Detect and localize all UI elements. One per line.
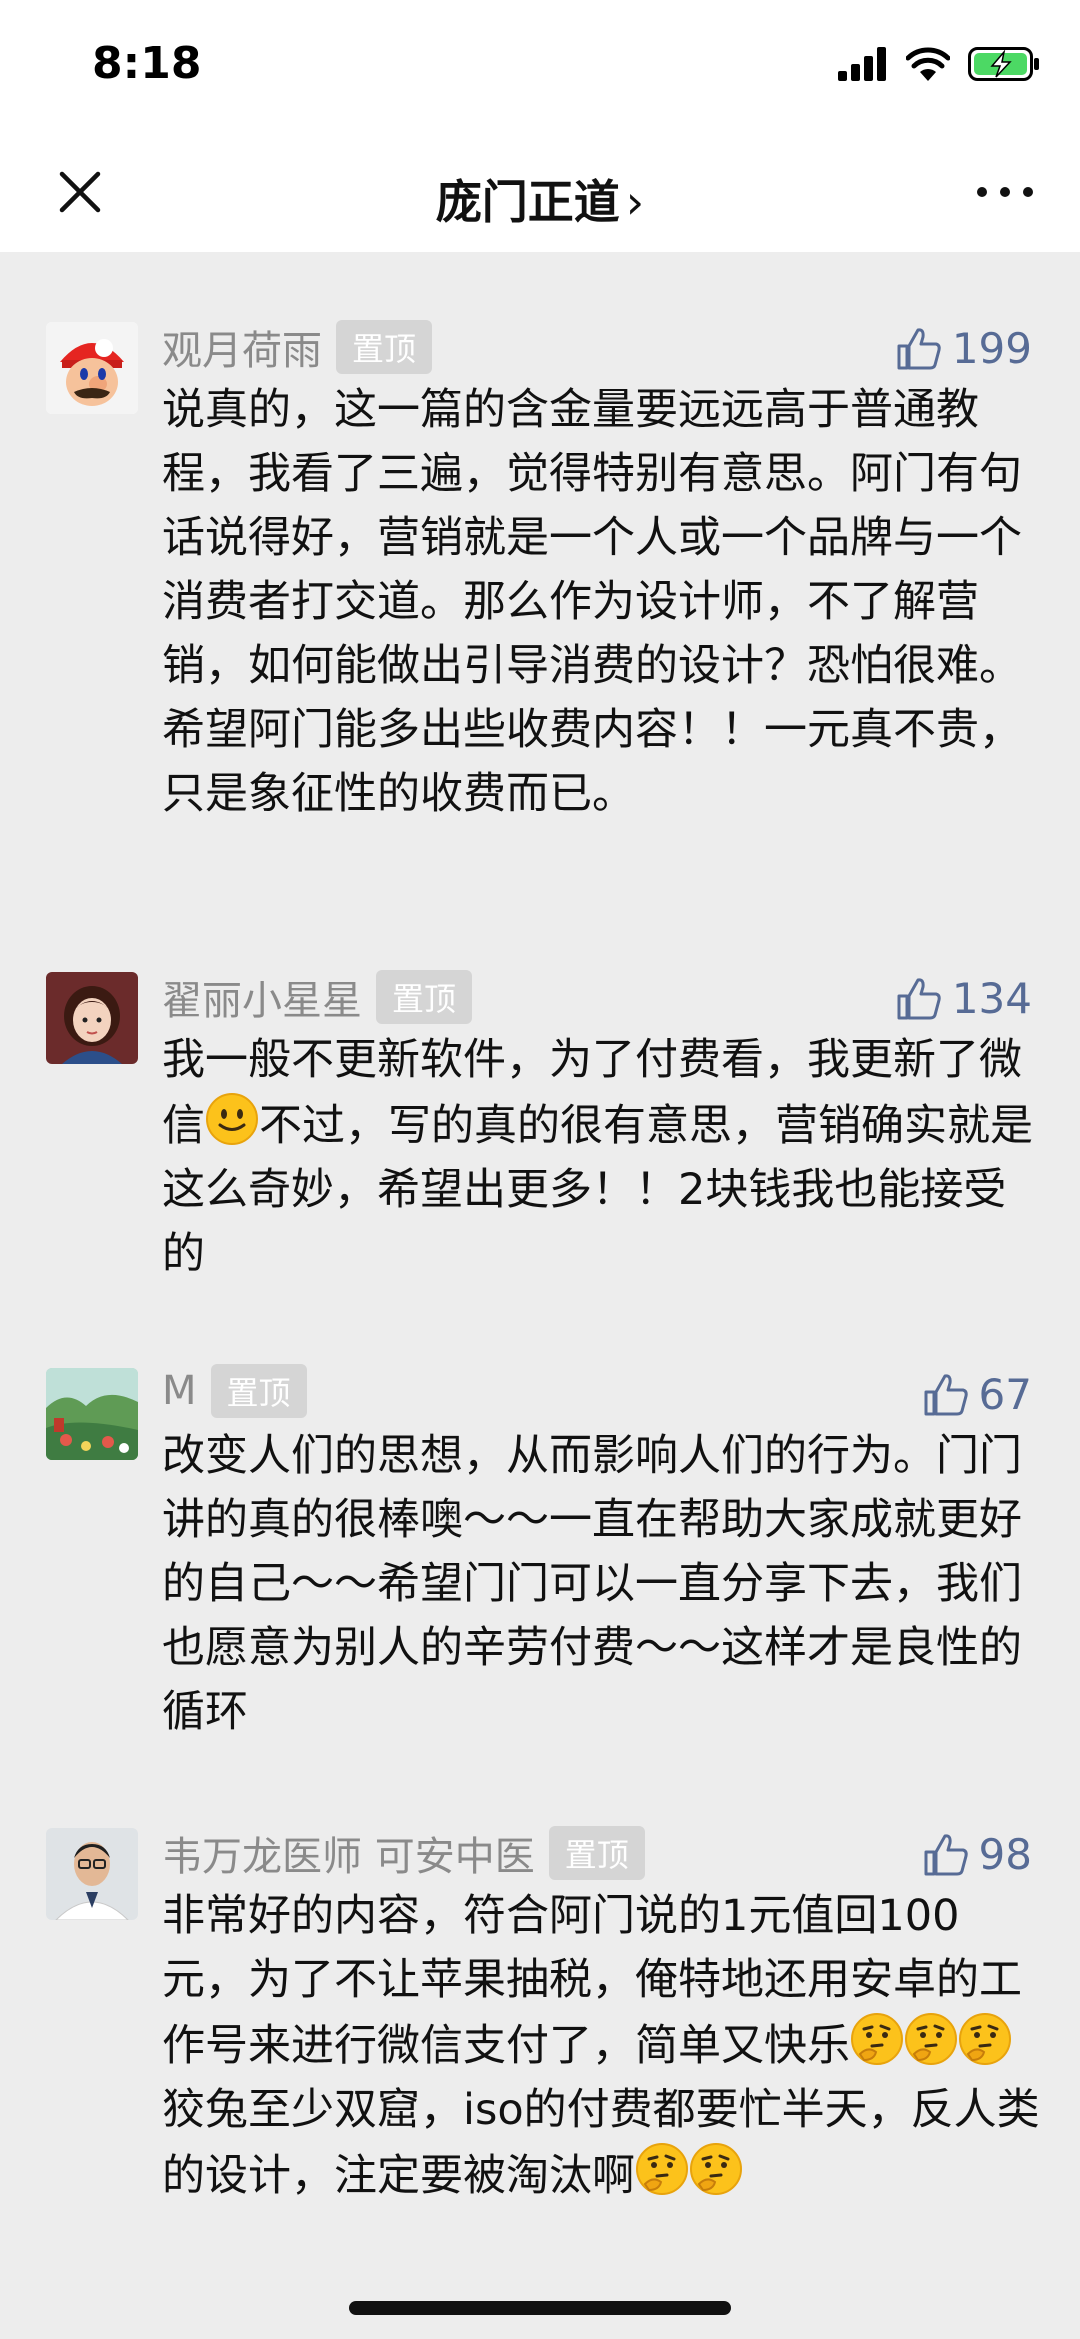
like-button[interactable]: 199 (896, 324, 1032, 373)
thinking-emoji-icon (636, 2143, 688, 2195)
more-icon[interactable] (970, 172, 1040, 212)
like-count: 98 (978, 1830, 1032, 1879)
pinned-badge: 置顶 (210, 1364, 307, 1418)
battery-charging-icon (968, 47, 1039, 81)
signal-icon (838, 47, 886, 81)
thinking-emoji-icon (851, 2013, 903, 2065)
account-title-link[interactable]: 庞门正道 › (0, 166, 1080, 232)
comment-text: 说真的，这一篇的含金量要远远高于普通教程，我看了三遍，觉得特别有意思。阿门有句话… (162, 385, 1022, 819)
like-count: 134 (951, 974, 1032, 1023)
comment-text: 改变人们的思想，从而影响人们的行为。门门讲的真的很棒噢～～一直在帮助大家成就更好… (162, 1431, 1022, 1737)
avatar[interactable] (46, 972, 138, 1064)
chevron-right-icon: › (625, 175, 645, 229)
pinned-badge: 置顶 (548, 1826, 645, 1880)
like-button[interactable]: 98 (923, 1830, 1032, 1879)
status-icons (838, 44, 1040, 84)
pinned-badge: 置顶 (376, 970, 473, 1024)
wifi-icon (906, 47, 950, 81)
pinned-badge: 置顶 (336, 320, 433, 374)
avatar[interactable] (46, 1828, 138, 1920)
like-button[interactable]: 134 (896, 974, 1032, 1023)
comment-header: M 置顶 (162, 1364, 307, 1418)
thinking-emoji-icon (690, 2143, 742, 2195)
smile-emoji-icon (206, 1093, 258, 1145)
commenter-name: M (162, 1368, 197, 1414)
like-button[interactable]: 67 (923, 1370, 1032, 1419)
avatar[interactable] (46, 322, 138, 414)
status-time: 8:18 (92, 38, 202, 89)
comment-header: 翟丽小星星 置顶 (162, 968, 473, 1026)
like-count: 67 (978, 1370, 1032, 1419)
thumbs-up-icon (897, 327, 941, 369)
thumbs-up-icon (897, 977, 941, 1019)
comment-text-part: 狡兔至少双窟，iso的付费都要忙半天，反人类的设计，注定要被淘汰啊 (162, 2085, 1040, 2201)
like-count: 199 (951, 324, 1032, 373)
page-title: 庞门正道 (435, 175, 620, 229)
commenter-name: 观月荷雨 (162, 328, 322, 374)
commenter-name: 翟丽小星星 (162, 978, 362, 1024)
thinking-emoji-icon (905, 2013, 957, 2065)
comment-text-part: 不过，写的真的很有意思，营销确实就是这么奇妙，希望出更多！！2块钱我也能接受的 (162, 1101, 1033, 1279)
comment-text: 我一般不更新软件，为了付费看，我更新了微信 不过，写的真的很有意思，营销确实就是这… (162, 1028, 1042, 1286)
avatar[interactable] (46, 1368, 138, 1460)
thumbs-up-icon (924, 1373, 968, 1415)
comment-text: 非常好的内容，符合阿门说的1元值回100元，为了不让苹果抽税，俺特地还用安卓的工… (162, 1884, 1042, 2208)
comment-header: 观月荷雨 置顶 (162, 318, 433, 376)
thinking-emoji-icon (959, 2013, 1011, 2065)
commenter-name: 韦万龙医师 可安中医 (162, 1834, 535, 1880)
status-bar: 8:18 (0, 0, 1080, 132)
thumbs-up-icon (924, 1833, 968, 1875)
nav-bar: 庞门正道 › (0, 132, 1080, 252)
home-indicator[interactable] (349, 2301, 731, 2315)
comment-header: 韦万龙医师 可安中医 置顶 (162, 1824, 645, 1882)
